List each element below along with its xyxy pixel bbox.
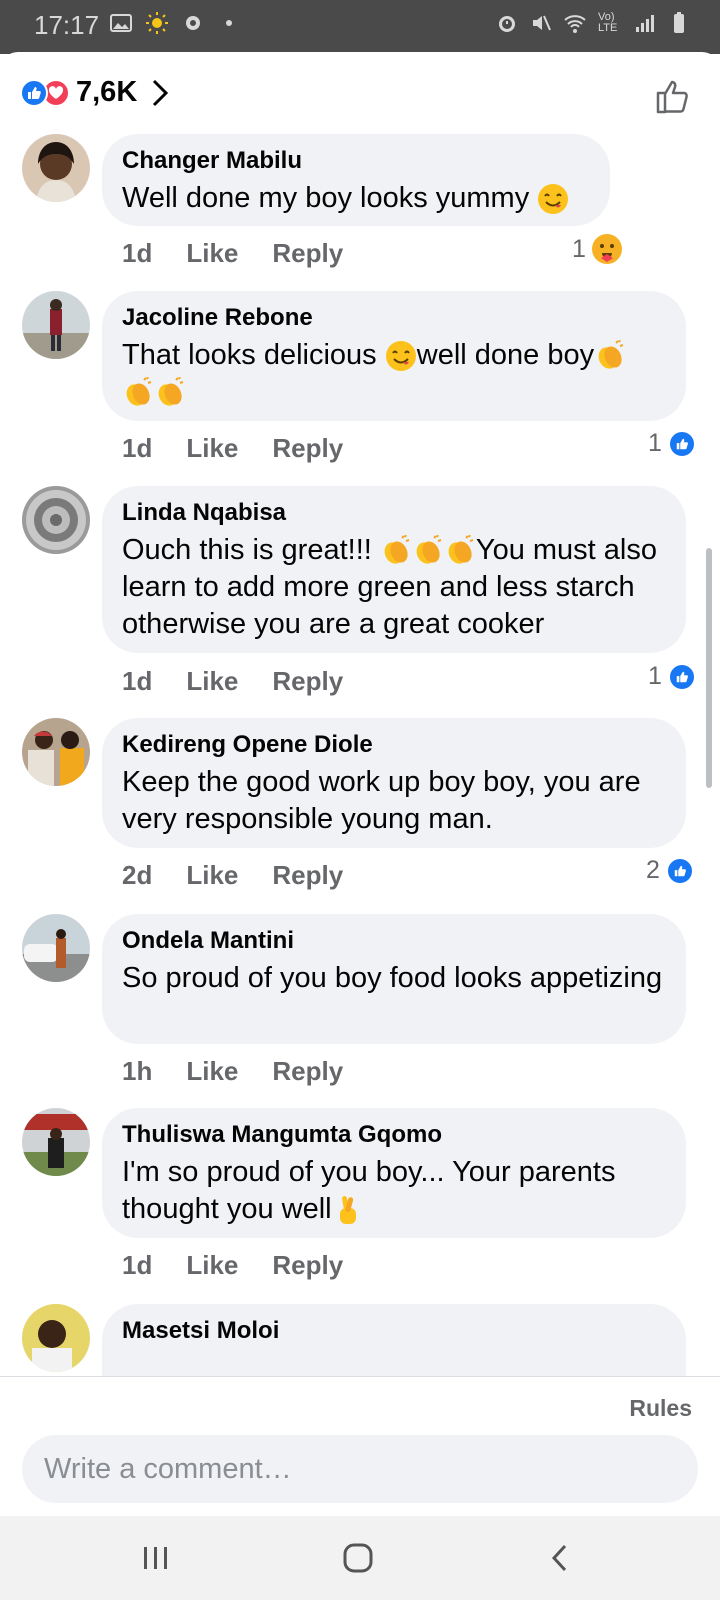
comment-bubble[interactable]: Jacoline Rebone That looks delicious wel…	[102, 291, 686, 421]
yum-emoji-icon	[538, 184, 569, 215]
network-label: Vo) LTE	[598, 11, 618, 34]
reply-button[interactable]: Reply	[272, 238, 343, 269]
comment-reactions[interactable]: 2	[646, 856, 694, 885]
comment-age: 1d	[122, 433, 153, 463]
system-nav-bar	[0, 1516, 720, 1600]
comment-author[interactable]: Thuliswa Mangumta Gqomo	[122, 1120, 666, 1150]
signal-icon	[636, 15, 654, 32]
crossed-fingers-emoji-icon	[339, 1196, 356, 1225]
chevron-right-icon	[153, 79, 169, 106]
comment-age: 2d	[122, 860, 153, 890]
brightness-icon	[146, 12, 168, 34]
like-button[interactable]: Like	[186, 1056, 238, 1087]
comment-bubble[interactable]: Changer Mabilu Well done my boy looks yu…	[102, 134, 610, 226]
comment-actions: 1d Like Reply	[122, 433, 343, 464]
comment-text: That looks delicious well done boy	[122, 337, 666, 411]
comment-bubble[interactable]: Ondela Mantini So proud of you boy food …	[102, 914, 686, 1044]
reply-button[interactable]: Reply	[272, 666, 343, 697]
comment-author[interactable]: Kedireng Opene Diole	[122, 730, 666, 760]
reply-button[interactable]: Reply	[272, 1250, 343, 1281]
like-button[interactable]: Like	[186, 238, 238, 269]
comment-text: Well done my boy looks yummy	[122, 180, 590, 217]
comment-actions: 1d Like Reply	[122, 238, 343, 269]
comment-actions: 1d Like Reply	[122, 666, 343, 697]
back-icon[interactable]	[540, 1542, 580, 1574]
comment-actions: 1d Like Reply	[122, 1250, 343, 1281]
reply-button[interactable]: Reply	[272, 860, 343, 891]
like-reaction-icon	[20, 78, 48, 107]
comment-bubble[interactable]: Kedireng Opene Diole Keep the good work …	[102, 718, 686, 848]
reaction-count: 1	[648, 429, 662, 457]
comment-input[interactable]	[22, 1435, 698, 1503]
comment-actions: 1h Like Reply	[122, 1056, 343, 1087]
avatar[interactable]	[22, 914, 90, 982]
clap-emoji-icon	[158, 377, 184, 407]
rules-link[interactable]: Rules	[629, 1395, 692, 1422]
comment-reactions[interactable]: 1	[572, 234, 622, 264]
reaction-count: 2	[646, 856, 660, 884]
like-button[interactable]: Like	[186, 860, 238, 891]
comment-bubble[interactable]: Thuliswa Mangumta Gqomo I'm so proud of …	[102, 1108, 686, 1238]
thumbs-up-icon[interactable]	[654, 76, 694, 116]
like-button[interactable]: Like	[186, 1250, 238, 1281]
avatar[interactable]	[22, 1304, 90, 1372]
reply-button[interactable]: Reply	[272, 1056, 343, 1087]
clap-emoji-icon	[598, 340, 624, 370]
comment-text: I'm so proud of you boy... Your parents …	[122, 1156, 616, 1225]
battery-icon	[674, 12, 684, 33]
comment-author[interactable]: Jacoline Rebone	[122, 303, 666, 333]
comment-age: 1h	[122, 1056, 153, 1086]
comment-author[interactable]: Linda Nqabisa	[122, 498, 666, 528]
comments-sheet: 7,6K Changer Mabilu Well done my boy loo…	[0, 52, 720, 1516]
status-bar: 17:17 Vo) LTE	[0, 0, 720, 54]
mute-icon	[533, 15, 551, 31]
home-icon[interactable]	[338, 1542, 378, 1574]
image-icon	[110, 14, 132, 32]
dot-icon	[226, 20, 232, 26]
comment-author[interactable]: Changer Mabilu	[122, 146, 590, 176]
clap-emoji-icon	[126, 377, 152, 407]
comment-bubble[interactable]: Linda Nqabisa Ouch this is great!!! You …	[102, 486, 686, 653]
avatar[interactable]	[22, 486, 90, 554]
comment-reactions[interactable]: 1	[648, 662, 696, 691]
settings-icon	[186, 16, 200, 30]
clap-emoji-icon	[448, 535, 474, 565]
like-reaction-icon	[665, 856, 694, 885]
comment-age: 1d	[122, 1250, 153, 1280]
comment-author[interactable]: Ondela Mantini	[122, 926, 666, 956]
avatar[interactable]	[22, 134, 90, 202]
avatar[interactable]	[22, 1108, 90, 1176]
comment-text: So proud of you boy food looks appetizin…	[122, 962, 663, 994]
comment-composer: Rules	[0, 1376, 720, 1516]
clap-emoji-icon	[416, 535, 442, 565]
clap-emoji-icon	[384, 535, 410, 565]
yum-emoji-icon	[385, 341, 416, 372]
wifi-icon	[564, 15, 586, 33]
like-button[interactable]: Like	[186, 666, 238, 697]
comment-reactions[interactable]: 1	[648, 429, 696, 458]
reaction-count: 1	[572, 234, 586, 263]
avatar[interactable]	[22, 718, 90, 786]
like-reaction-icon	[667, 662, 696, 691]
comment-age: 1d	[122, 238, 153, 268]
reaction-count: 1	[648, 662, 662, 690]
avatar[interactable]	[22, 291, 90, 359]
comment-text: Keep the good work up boy boy, you are v…	[122, 766, 641, 835]
comment-age: 1d	[122, 666, 153, 696]
care-reaction-icon	[591, 234, 622, 264]
comment-author[interactable]: Masetsi Moloi	[122, 1316, 666, 1346]
alarm-icon	[499, 16, 515, 32]
like-button[interactable]: Like	[186, 433, 238, 464]
like-reaction-icon	[667, 429, 696, 458]
reaction-count: 7,6K	[76, 76, 138, 108]
recents-icon[interactable]	[136, 1542, 176, 1574]
comment-actions: 2d Like Reply	[122, 860, 343, 891]
comment-list[interactable]: Changer Mabilu Well done my boy looks yu…	[0, 134, 720, 1430]
reactions-summary[interactable]: 7,6K	[20, 76, 169, 109]
comment-text: Ouch this is great!!! You must also lear…	[122, 534, 657, 640]
status-time: 17:17	[34, 10, 100, 40]
scrollbar[interactable]	[706, 548, 712, 788]
reply-button[interactable]: Reply	[272, 433, 343, 464]
